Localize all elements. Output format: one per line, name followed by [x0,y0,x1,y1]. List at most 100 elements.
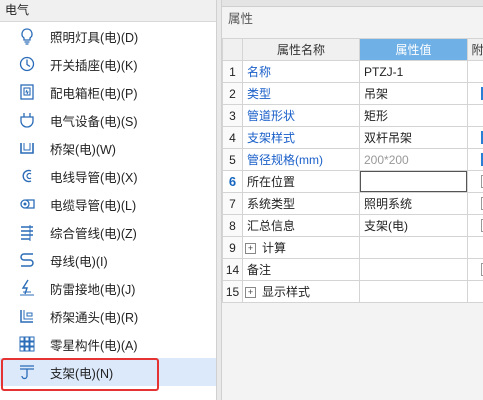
tree-item-busbar[interactable]: 母线(电)(I) [0,246,216,274]
property-value[interactable]: 支架(电) [359,214,468,237]
row-number: 2 [222,82,243,105]
tree-item-lighting[interactable]: 照明灯具(电)(D) [0,22,216,50]
property-name: 名称 [242,60,360,83]
property-value-editor[interactable] [359,170,468,193]
tree-item-tray-fitting[interactable]: 桥架通头(电)(R) [0,302,216,330]
extra-cell [467,82,483,105]
tree-item-label: 电缆导管(电)(L) [50,198,137,213]
property-name: 所在位置 [242,170,360,193]
property-value-header[interactable]: 属性值 [359,38,468,61]
property-name: 备注 [242,258,360,281]
property-group-name: + 显示样式 [242,280,360,303]
table-row[interactable]: 3 管道形状 矩形 [222,104,483,127]
tree-item-label: 桥架通头(电)(R) [50,310,139,325]
tree-item-lightning-ground[interactable]: 防雷接地(电)(J) [0,274,216,302]
extra-cell [467,126,483,149]
tree-item-distribution-box[interactable]: 配电箱柜(电)(P) [0,78,216,106]
property-name: 管道形状 [242,104,360,127]
lightbulb-icon [18,27,36,45]
row-number: 8 [222,214,243,237]
group-label: 显示样式 [262,285,311,299]
tree-item-label: 零星构件(电)(A) [50,338,138,353]
component-tree-panel: 电气 照明灯具(电)(D) 开关插座(电)(K) 配电箱柜(电)(P) 电气设备… [0,0,216,400]
extra-cell [467,214,483,237]
electrical-equipment-icon [18,111,36,129]
property-name: 汇总信息 [242,214,360,237]
row-number: 9 [222,236,243,259]
table-row[interactable]: 7 系统类型 照明系统 [222,192,483,215]
tree-item-label: 防雷接地(电)(J) [50,282,136,297]
property-value[interactable]: 吊架 [359,82,468,105]
row-number: 6 [222,170,243,193]
extra-cell [467,280,483,303]
row-number: 15 [222,280,243,303]
wire-conduit-icon [18,167,36,185]
extra-cell [467,104,483,127]
tree-item-electrical-equipment[interactable]: 电气设备(电)(S) [0,106,216,134]
row-number: 7 [222,192,243,215]
tree-item-switch-socket[interactable]: 开关插座(电)(K) [0,50,216,78]
table-row-group[interactable]: 15 + 显示样式 [222,280,483,303]
tree-item-cable-conduit[interactable]: 电缆导管(电)(L) [0,190,216,218]
extra-cell [467,148,483,171]
table-row[interactable]: 14 备注 [222,258,483,281]
table-row[interactable]: 2 类型 吊架 [222,82,483,105]
tree-item-wire-conduit[interactable]: 电线导管(电)(X) [0,162,216,190]
tree-item-label: 综合管线(电)(Z) [50,226,137,241]
property-value[interactable] [359,258,468,281]
table-row[interactable]: 5 管径规格(mm) 200*200 [222,148,483,171]
property-name-header[interactable]: 属性名称 [242,38,360,61]
property-group-name: + 计算 [242,236,360,259]
property-name: 类型 [242,82,360,105]
property-value[interactable]: 200*200 [359,148,468,171]
property-value[interactable]: 双杆吊架 [359,126,468,149]
table-row[interactable]: 6 所在位置 [222,170,483,193]
property-value [359,280,468,303]
tree-item-label: 电线导管(电)(X) [50,170,138,185]
expand-plus-icon[interactable]: + [245,287,256,299]
tree-item-label: 母线(电)(I) [50,254,108,269]
property-value[interactable]: 照明系统 [359,192,468,215]
distribution-box-icon [18,83,36,101]
expand-plus-icon[interactable]: + [245,243,256,255]
tree-item-label: 开关插座(电)(K) [50,58,138,73]
property-value[interactable]: PTZJ-1 [359,60,468,83]
misc-component-icon [18,335,36,353]
row-number: 1 [222,60,243,83]
extra-column-header[interactable]: 附 [467,38,483,61]
lightning-ground-icon [18,279,36,297]
extra-cell [467,258,483,281]
extra-cell [467,60,483,83]
table-row[interactable]: 4 支架样式 双杆吊架 [222,126,483,149]
tree-item-combined-pipeline[interactable]: 综合管线(电)(Z) [0,218,216,246]
component-tree: 照明灯具(电)(D) 开关插座(电)(K) 配电箱柜(电)(P) 电气设备(电)… [0,22,216,386]
extra-cell [467,236,483,259]
extra-cell [467,170,483,193]
group-label: 计算 [262,241,287,255]
properties-panel: 属性 属性名称 属性值 附 1 名称 PTZJ-1 2 类型 吊架 3 管道形状… [222,0,483,400]
extra-cell [467,192,483,215]
support-bracket-icon [18,363,36,381]
table-row[interactable]: 8 汇总信息 支架(电) [222,214,483,237]
tree-item-label: 配电箱柜(电)(P) [50,86,138,101]
category-header[interactable]: 电气 [0,0,216,22]
toolbar-strip [222,0,483,7]
tree-item-support-bracket[interactable]: 支架(电)(N) [0,358,216,386]
tray-fitting-icon [18,307,36,325]
tree-item-label: 电气设备(电)(S) [50,114,138,129]
table-header-row: 属性名称 属性值 附 [222,38,483,61]
table-row[interactable]: 1 名称 PTZJ-1 [222,60,483,83]
busbar-icon [18,251,36,269]
switch-socket-icon [18,55,36,73]
property-name: 支架样式 [242,126,360,149]
tree-item-misc-component[interactable]: 零星构件(电)(A) [0,330,216,358]
tree-item-label: 桥架(电)(W) [50,142,116,157]
properties-title: 属性 [222,7,483,31]
tree-item-cable-tray[interactable]: 桥架(电)(W) [0,134,216,162]
property-name: 管径规格(mm) [242,148,360,171]
cable-conduit-icon [18,195,36,213]
property-value[interactable]: 矩形 [359,104,468,127]
row-number-header [222,38,243,61]
table-row-group[interactable]: 9 + 计算 [222,236,483,259]
cable-tray-icon [18,139,36,157]
